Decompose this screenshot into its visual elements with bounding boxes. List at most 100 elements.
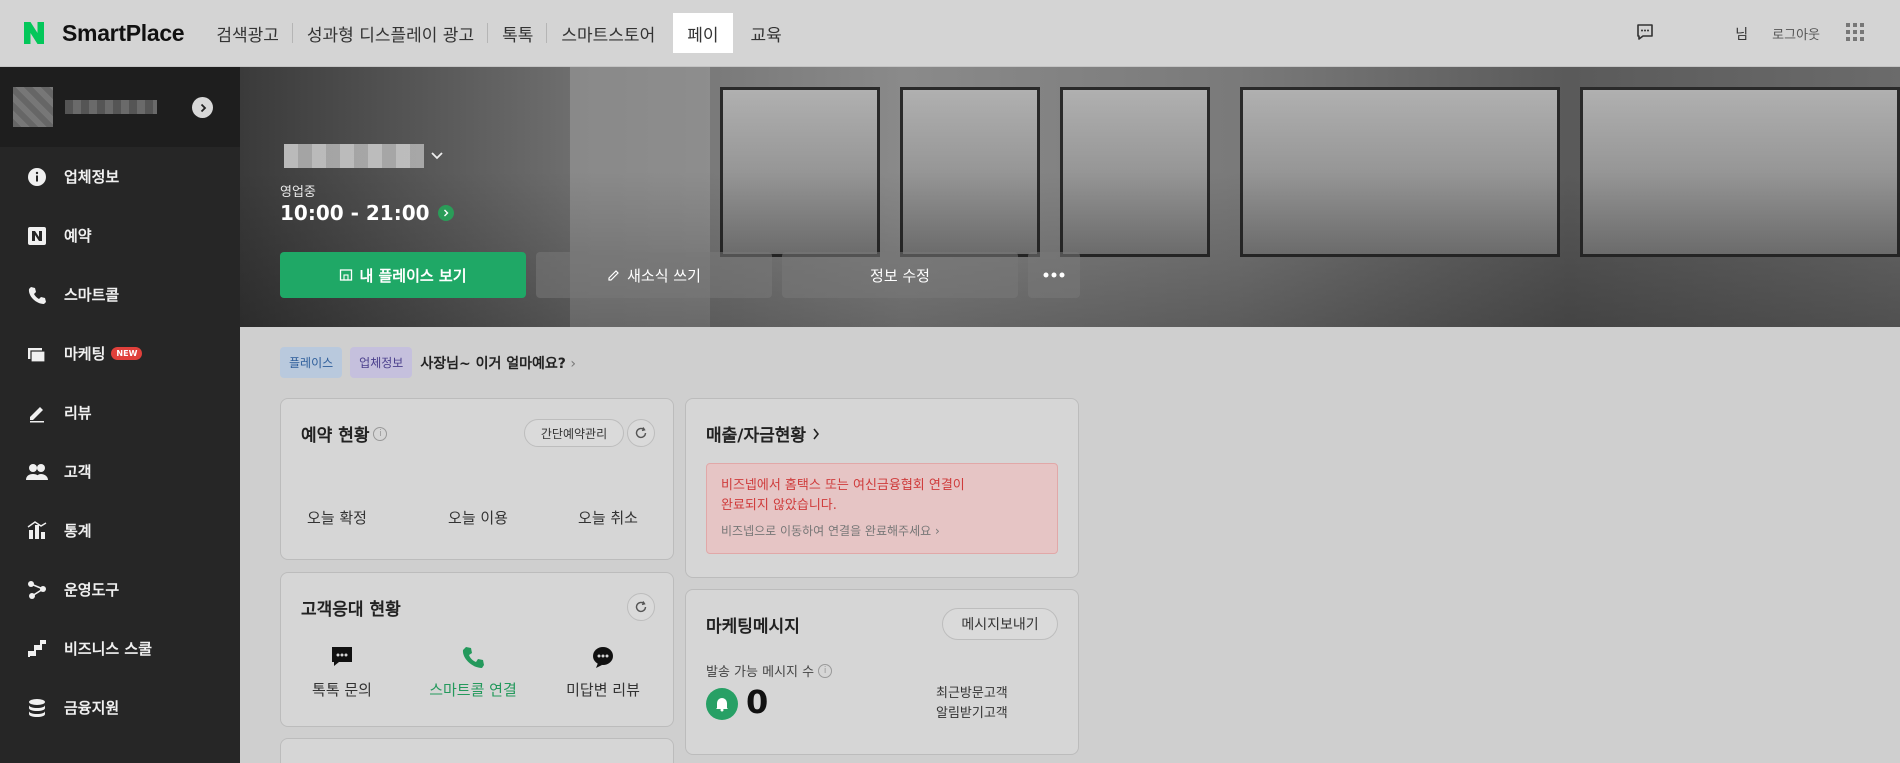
- talktalk-inquiry[interactable]: 톡톡 문의: [282, 643, 402, 700]
- sidebar-item-label: 금융지원: [64, 699, 120, 717]
- hero-actions: 내 플레이스 보기 새소식 쓰기 정보 수정: [280, 252, 1090, 298]
- sidebar-item-tools[interactable]: 운영도구: [0, 560, 240, 619]
- sidebar-item-finance[interactable]: 금융지원: [0, 678, 240, 737]
- pencil-icon: [607, 268, 621, 282]
- write-news-button[interactable]: 새소식 쓰기: [536, 252, 772, 298]
- tag-place[interactable]: 플레이스: [280, 347, 343, 378]
- sidebar-item-business-info[interactable]: 업체정보: [0, 147, 240, 206]
- nav-display-ads[interactable]: 성과형 디스플레이 광고: [293, 0, 489, 67]
- card-title: 마케팅메시지: [706, 617, 800, 637]
- refresh-icon[interactable]: [627, 419, 655, 447]
- alert-line-1: 비즈넵에서 홈택스 또는 여신금융협회 연결이: [721, 478, 965, 493]
- sidebar-item-smartcall[interactable]: 스마트콜: [0, 265, 240, 324]
- brand-name: SmartPlace: [62, 19, 185, 46]
- smartcall-connection[interactable]: 스마트콜 연결: [413, 643, 533, 700]
- phone-icon: [26, 284, 48, 306]
- chevron-right-icon[interactable]: [192, 97, 213, 118]
- logout-link[interactable]: 로그아웃: [1772, 24, 1820, 43]
- connection-alert: 비즈넵에서 홈택스 또는 여신금융협회 연결이 완료되지 않았습니다. 비즈넵으…: [706, 463, 1058, 554]
- user-name[interactable]: 님: [1735, 24, 1748, 44]
- sidebar-item-label: 스마트콜: [64, 286, 120, 304]
- school-icon: [26, 638, 48, 660]
- sidebar-item-label: 고객: [64, 463, 92, 481]
- business-hours[interactable]: 10:00 - 21:00: [280, 201, 454, 225]
- naver-n-icon: [24, 22, 44, 44]
- reservation-status-card: 예약 현황 i 간단예약관리 오늘 확정 오늘 이용 오늘 취소: [280, 398, 674, 560]
- sidebar-item-label: 업체정보: [64, 168, 120, 186]
- store-selector[interactable]: [0, 67, 240, 147]
- bell-icon: [706, 688, 738, 720]
- sidebar: 업체정보 예약 스마트콜 마케팅 NEW 리뷰 고객 통계 운영도구 비즈니스 …: [0, 67, 240, 763]
- nav-smartstore[interactable]: 스마트스토어: [547, 0, 669, 67]
- card-title: 예약 현황 i: [301, 421, 388, 446]
- tips-breadcrumb: 플레이스 업체정보 사장님~ 이거 얼마예요?: [280, 347, 576, 378]
- marketing-icon: [26, 343, 48, 365]
- store-cover-banner: 영업중 10:00 - 21:00 내 플레이스 보기 새소식 쓰기 정보 수정: [240, 67, 1900, 327]
- sidebar-item-marketing[interactable]: 마케팅 NEW: [0, 324, 240, 383]
- sidebar-menu: 업체정보 예약 스마트콜 마케팅 NEW 리뷰 고객 통계 운영도구 비즈니스 …: [0, 147, 240, 737]
- nav-search-ads[interactable]: 검색광고: [202, 0, 293, 67]
- simple-reservation-manage-button[interactable]: 간단예약관리: [524, 419, 624, 447]
- smartplace-logo[interactable]: SmartPlace: [24, 0, 202, 67]
- sidebar-item-review[interactable]: 리뷰: [0, 383, 240, 442]
- top-right-tools: 님 로그아웃: [1635, 0, 1900, 67]
- sidebar-item-business-school[interactable]: 비즈니스 스쿨: [0, 619, 240, 678]
- message-icon[interactable]: [1635, 22, 1655, 46]
- sidebar-item-label: 통계: [64, 522, 92, 540]
- store-name-blurred: [65, 100, 157, 114]
- tip-link[interactable]: 사장님~ 이거 얼마예요?: [420, 353, 576, 373]
- today-confirmed[interactable]: 오늘 확정: [282, 507, 392, 528]
- new-badge: NEW: [111, 347, 143, 360]
- today-used[interactable]: 오늘 이용: [423, 507, 533, 528]
- store-thumbnail: [13, 87, 53, 127]
- recent-visitors-label: 최근방문고객: [936, 686, 1008, 701]
- edit-info-button[interactable]: 정보 수정: [782, 252, 1018, 298]
- today-canceled[interactable]: 오늘 취소: [553, 507, 663, 528]
- chevron-down-icon: [430, 151, 444, 161]
- refresh-icon[interactable]: [627, 593, 655, 621]
- chat-bubble-icon: [282, 643, 402, 671]
- sidebar-item-stats[interactable]: 통계: [0, 501, 240, 560]
- sales-funds-title[interactable]: 매출/자금현황: [706, 421, 820, 446]
- info-icon[interactable]: i: [373, 426, 388, 441]
- sidebar-item-label: 예약: [64, 227, 92, 245]
- sidebar-item-label: 비즈니스 스쿨: [64, 640, 153, 658]
- bizneb-link[interactable]: 비즈넵으로 이동하여 연결을 완료해주세요 ›: [721, 522, 1043, 539]
- top-navigation-bar: SmartPlace 검색광고 성과형 디스플레이 광고 톡톡 스마트스토어 페…: [0, 0, 1900, 67]
- chevron-right-icon: [812, 428, 820, 440]
- nav-education[interactable]: 교육: [737, 0, 796, 67]
- top-nav-menu: 검색광고 성과형 디스플레이 광고 톡톡 스마트스토어 페이 교육: [202, 0, 795, 67]
- info-icon[interactable]: i: [818, 663, 833, 678]
- unanswered-reviews[interactable]: 미답변 리뷰: [543, 643, 663, 700]
- nav-pay[interactable]: 페이: [673, 13, 733, 53]
- customer-service-card: 고객응대 현황 톡톡 문의 스마트콜 연결 미답변 리뷰: [280, 572, 674, 727]
- nav-talktalk[interactable]: 톡톡: [488, 0, 548, 67]
- stats-icon: [26, 520, 48, 542]
- comment-icon: [543, 643, 663, 671]
- send-message-button[interactable]: 메시지보내기: [942, 608, 1058, 640]
- additional-card: [280, 738, 674, 763]
- alert-line-2: 완료되지 않았습니다.: [721, 498, 837, 513]
- marketing-message-card: 마케팅메시지 메시지보내기 발송 가능 메시지 수 i 0 최근방문고객 알림받…: [685, 589, 1079, 755]
- store-title-blurred: [284, 144, 424, 168]
- tag-business-info[interactable]: 업체정보: [350, 347, 413, 378]
- pencil-icon: [26, 402, 48, 424]
- chevron-right-icon: [437, 205, 454, 221]
- customer-type-list: 최근방문고객 알림받기고객: [936, 684, 1008, 724]
- sidebar-item-label: 리뷰: [64, 404, 92, 422]
- more-horizontal-icon: [1043, 272, 1065, 278]
- sidebar-item-label: 운영도구: [64, 581, 120, 599]
- sales-funds-card: 매출/자금현황 비즈넵에서 홈택스 또는 여신금융협회 연결이 완료되지 않았습…: [685, 398, 1079, 578]
- business-hours-text: 10:00 - 21:00: [280, 201, 430, 225]
- sidebar-item-label: 마케팅: [64, 345, 106, 363]
- sidebar-item-customers[interactable]: 고객: [0, 442, 240, 501]
- view-my-place-button[interactable]: 내 플레이스 보기: [280, 252, 526, 298]
- more-options-button[interactable]: [1028, 252, 1080, 298]
- store-title-dropdown[interactable]: [284, 144, 444, 168]
- apps-grid-icon[interactable]: [1846, 22, 1864, 45]
- tools-icon: [26, 579, 48, 601]
- available-message-count: 0: [746, 683, 769, 721]
- sidebar-item-reservation[interactable]: 예약: [0, 206, 240, 265]
- people-icon: [26, 461, 48, 483]
- available-message-count-label: 발송 가능 메시지 수 i: [706, 661, 833, 680]
